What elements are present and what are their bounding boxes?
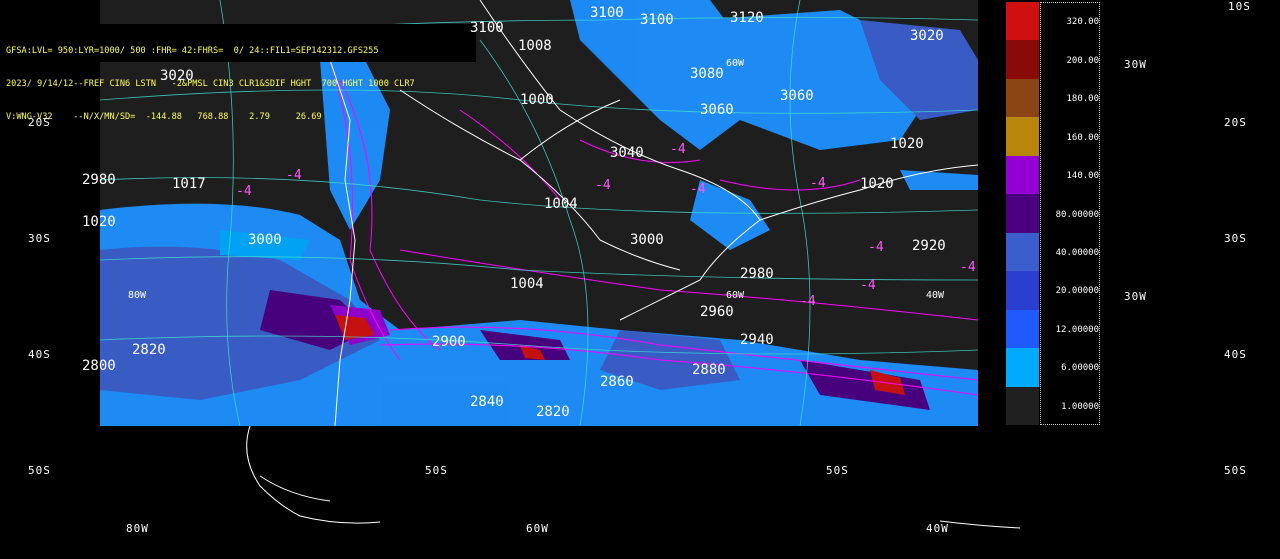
cin-label: -4 xyxy=(595,178,611,193)
contour-label: 3120 xyxy=(730,10,764,26)
cin-label: -4 xyxy=(860,278,876,293)
southern-coastline xyxy=(246,426,1021,529)
lon-label-30w-mid: 30W xyxy=(1124,290,1147,303)
contour-label: 3080 xyxy=(690,66,724,82)
color-scale-labels: 320.00 200.00 180.00 160.00 140.00 80.00000 40… xyxy=(1040,2,1100,425)
model-header: GFSA:LVL= 950:LYR=1000/ 500 :FHR= 42:FHR… xyxy=(4,24,476,122)
lon-label-60w: 60W xyxy=(526,522,549,535)
contour-label: 2880 xyxy=(692,362,726,378)
contour-label: 2980 xyxy=(740,266,774,282)
contour-label: 2900 xyxy=(432,334,466,350)
contour-label: 3020 xyxy=(160,68,194,84)
lat-label-50s-mid1: 50S xyxy=(425,464,448,477)
color-scale-swatch xyxy=(1006,309,1039,349)
color-scale-label: 6.00000 xyxy=(1061,363,1099,374)
color-scale-label: 140.00 xyxy=(1066,171,1099,182)
cin-label: -4 xyxy=(236,184,252,199)
color-scale-swatch xyxy=(1006,386,1039,426)
color-scale-label: 180.00 xyxy=(1066,94,1099,105)
lon-label-40w: 40W xyxy=(926,522,949,535)
contour-label: 3100 xyxy=(590,5,624,21)
lat-label-30s-left: 30S xyxy=(28,232,51,245)
inner-lon-80w: 80W xyxy=(128,290,147,301)
color-scale-swatch xyxy=(1006,194,1039,234)
header-line-1: GFSA:LVL= 950:LYR=1000/ 500 :FHR= 42:FHR… xyxy=(6,46,379,56)
contour-label: 1008 xyxy=(518,38,552,54)
lat-label-40s-right: 40S xyxy=(1224,348,1247,361)
contour-label: 3060 xyxy=(780,88,814,104)
color-scale-swatch xyxy=(1006,2,1039,41)
color-scale-label: 160.00 xyxy=(1066,132,1099,143)
contour-label: 2920 xyxy=(912,238,946,254)
color-scale-swatch xyxy=(1006,348,1039,388)
cin-label: -4 xyxy=(690,182,706,197)
contour-label: 2980 xyxy=(82,172,116,188)
contour-label: 3020 xyxy=(910,28,944,44)
cin-label: -4 xyxy=(670,142,686,157)
cin-label: -4 xyxy=(800,294,816,309)
contour-label: 3100 xyxy=(470,20,504,36)
inner-lon-40w: 40W xyxy=(926,290,945,301)
lon-label-30w-top: 30W xyxy=(1124,58,1147,71)
color-scale-swatch xyxy=(1006,155,1039,195)
lat-label-30s-right: 30S xyxy=(1224,232,1247,245)
lat-label-40s-left: 40S xyxy=(28,348,51,361)
color-scale-label: 1.00000 xyxy=(1061,401,1099,412)
lat-label-50s-right: 50S xyxy=(1224,464,1247,477)
color-scale-bar xyxy=(1006,2,1039,426)
lon-label-80w: 80W xyxy=(126,522,149,535)
cin-label: -4 xyxy=(810,176,826,191)
contour-label: 1020 xyxy=(860,176,894,192)
contour-label: 2960 xyxy=(700,304,734,320)
color-scale-swatch xyxy=(1006,40,1039,80)
contour-label: 1000 xyxy=(520,92,554,108)
map-viewer: GFSA:LVL= 950:LYR=1000/ 500 :FHR= 42:FHR… xyxy=(0,0,1280,559)
contour-label: 1020 xyxy=(82,214,116,230)
contour-label: 2820 xyxy=(536,404,570,420)
contour-label: 2860 xyxy=(600,374,634,390)
contour-label: 3060 xyxy=(700,102,734,118)
header-line-2: 2023/ 9/14/12--FREF CIN6 LSTN -2&PMSL CI… xyxy=(6,79,415,89)
contour-label: 3000 xyxy=(248,232,282,248)
inner-lon-60w: 60W xyxy=(726,290,745,301)
color-scale-label: 200.00 xyxy=(1066,55,1099,66)
cin-label: -4 xyxy=(286,168,302,183)
inner-lon-60w-top: 60W xyxy=(726,58,745,69)
contour-label: 2820 xyxy=(132,342,166,358)
contour-label: 2840 xyxy=(470,394,504,410)
color-scale-label: 20.00000 xyxy=(1055,286,1099,297)
cin-label: -4 xyxy=(960,260,976,275)
lat-label-20s-right: 20S xyxy=(1224,116,1247,129)
contour-label: 3000 xyxy=(630,232,664,248)
lat-label-10s-right: 10S xyxy=(1228,0,1251,13)
color-scale-label: 320.00 xyxy=(1066,17,1099,28)
contour-label: 1020 xyxy=(890,136,924,152)
color-scale-label: 40.00000 xyxy=(1055,247,1099,258)
contour-label: 2940 xyxy=(740,332,774,348)
contour-label: 1004 xyxy=(510,276,544,292)
lat-label-20s-left: 20S xyxy=(28,116,51,129)
contour-label: 1004 xyxy=(544,196,578,212)
color-scale-swatch xyxy=(1006,271,1039,311)
lat-label-50s-mid2: 50S xyxy=(826,464,849,477)
lat-label-50s-left: 50S xyxy=(28,464,51,477)
color-scale-swatch xyxy=(1006,232,1039,272)
color-scale-swatch xyxy=(1006,117,1039,157)
cin-label: -4 xyxy=(868,240,884,255)
contour-label: 2800 xyxy=(82,358,116,374)
contour-label: 1017 xyxy=(172,176,206,192)
color-scale-label: 12.00000 xyxy=(1055,324,1099,335)
header-line-3: V:WNG-V32 --N/X/MN/SD= -144.88 768.88 2.… xyxy=(6,112,322,122)
color-scale-swatch xyxy=(1006,78,1039,118)
contour-label: 3040 xyxy=(610,145,644,161)
contour-label: 3100 xyxy=(640,12,674,28)
color-scale-label: 80.00000 xyxy=(1055,209,1099,220)
